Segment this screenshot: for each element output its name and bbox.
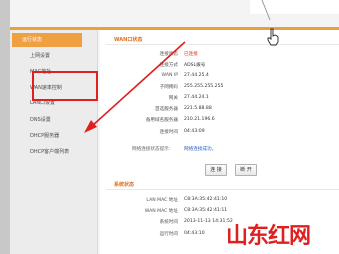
sys-value-uptime: 04:43:10 — [184, 231, 205, 236]
sys-value-wan-mac: C8:3A:35:42:41:11 — [184, 208, 228, 213]
wan-value-primary-dns: 221.5.88.88 — [184, 106, 212, 111]
wan-label-secondary-dns: 备用域名服务器 — [145, 118, 178, 123]
wan-label-subnet: 子网掩码 — [159, 85, 178, 90]
wan-label-connection-type: 连接方式 — [159, 63, 178, 68]
sidebar-item-dhcp-server[interactable]: DHCP服务器 — [6, 129, 90, 143]
sys-label-wan-mac: WAN MAC 地址 — [144, 209, 178, 214]
wan-label-primary-dns: 首选服务器 — [155, 107, 178, 112]
wan-value-connection-type: ADSL拨号 — [184, 63, 206, 68]
wan-value-subnet: 255.255.255.255 — [184, 84, 224, 89]
sidebar-item-status[interactable]: 运行状态 — [12, 33, 82, 47]
connect-button[interactable]: 连 接 — [205, 164, 227, 176]
wan-status-title: WAN口状态 — [114, 37, 143, 43]
wan-value-ip: 27.44.25.4 — [184, 73, 209, 78]
disconnect-button[interactable]: 断 开 — [235, 164, 257, 176]
sys-value-lan-mac: C8:3A:35:42:41:10 — [184, 197, 228, 202]
wan-divider — [106, 44, 339, 45]
system-status-title: 系统状态 — [114, 182, 135, 188]
wan-value-connection-time: 04:43:09 — [184, 129, 205, 134]
wan-value-secondary-dns: 210.21.196.6 — [184, 117, 215, 122]
wan-label-connection-time: 连接时间 — [159, 130, 178, 135]
wan-label-gateway: 网关 — [168, 96, 178, 101]
annotation-highlight-box — [32, 71, 98, 101]
hand-pointer-icon — [267, 28, 279, 46]
wan-value-gateway: 27.44.24.1 — [184, 95, 209, 100]
sidebar-item-internet-settings[interactable]: 上网设置 — [6, 49, 90, 63]
wan-label-connection-status: 连接状态 — [159, 52, 178, 57]
left-edge — [0, 0, 10, 254]
wan-value-connection-status: 已连接 — [184, 52, 198, 57]
sidebar-item-dhcp-clients[interactable]: DHCP客户端列表 — [6, 145, 90, 159]
watermark-text: 山东红网 — [226, 223, 311, 249]
wan-help-text: 网络连接状态提示: — [132, 147, 171, 152]
system-divider — [106, 189, 339, 190]
sys-label-system-time: 系统时间 — [159, 220, 178, 225]
sys-label-uptime: 运行时间 — [159, 232, 178, 237]
top-banner-white — [250, 0, 339, 14]
sys-label-lan-mac: LAN MAC 地址 — [146, 198, 178, 203]
wan-help-link[interactable]: 网络连接成功。 — [184, 146, 216, 152]
wan-label-ip: WAN IP — [161, 73, 178, 78]
sidebar-item-dns-settings[interactable]: DNS设置 — [6, 113, 90, 127]
